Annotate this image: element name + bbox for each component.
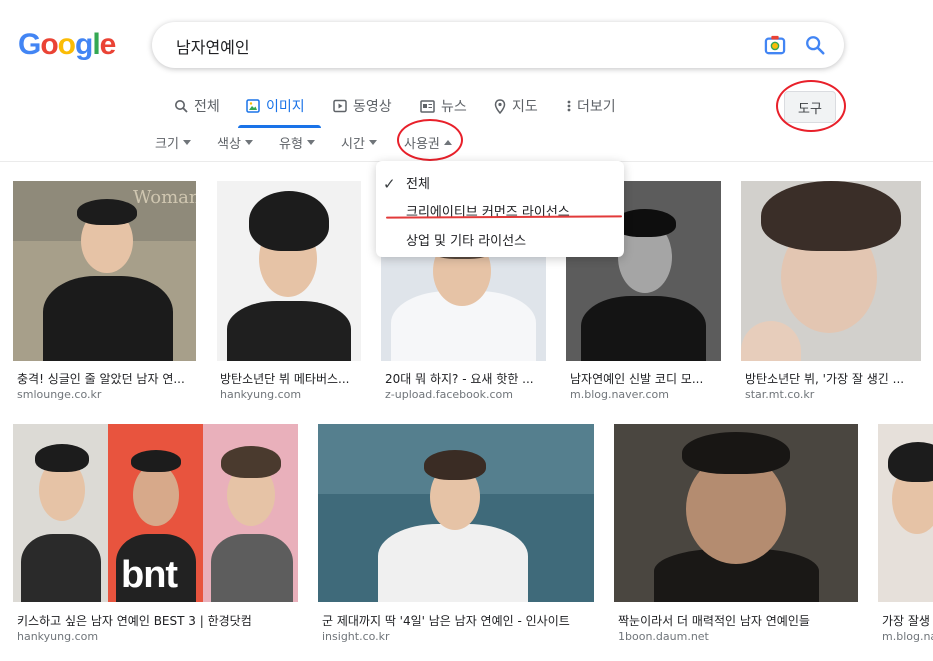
search-input[interactable] bbox=[174, 22, 738, 70]
news-icon bbox=[420, 99, 435, 113]
result-caption[interactable]: 방탄소년단 뷔 메타버스... bbox=[220, 370, 362, 387]
tab-more-label: 더보기 bbox=[577, 99, 616, 115]
result-caption[interactable]: 가장 잘생 bbox=[882, 612, 933, 629]
filter-color-label: 색상 bbox=[217, 137, 241, 152]
result-caption[interactable]: 군 제대까지 딱 '4일' 남은 남자 연예인 - 인사이트 bbox=[322, 612, 594, 629]
result-source: hankyung.com bbox=[17, 630, 99, 643]
license-dropdown-menu: ✓ 전체 크리에이티브 커먼즈 라이선스 상업 및 기타 라이선스 bbox=[376, 161, 624, 257]
caret-down-icon bbox=[306, 140, 315, 145]
tab-videos-label: 동영상 bbox=[353, 99, 392, 115]
filter-time[interactable]: 시간 bbox=[341, 133, 377, 152]
result-caption[interactable]: 방탄소년단 뷔, '가장 잘 생긴 ... bbox=[745, 370, 915, 387]
image-icon bbox=[246, 99, 260, 113]
filter-size-label: 크기 bbox=[155, 137, 179, 152]
tab-images-label: 이미지 bbox=[266, 99, 305, 115]
filter-size[interactable]: 크기 bbox=[155, 133, 191, 152]
result-source: m.blog.naver.com bbox=[570, 388, 669, 401]
filter-type-label: 유형 bbox=[279, 137, 303, 152]
result-image-1[interactable]: WomanSe bbox=[13, 181, 196, 361]
search-box bbox=[152, 22, 844, 70]
tab-videos[interactable]: 동영상 bbox=[333, 96, 392, 116]
bnt-logo: bnt bbox=[121, 554, 178, 596]
result-caption[interactable]: 키스하고 싶은 남자 연예인 BEST 3 | 한경닷컴 bbox=[17, 612, 297, 629]
result-source: hankyung.com bbox=[220, 388, 302, 401]
more-vert-icon bbox=[567, 100, 571, 112]
tab-maps[interactable]: 지도 bbox=[494, 96, 538, 116]
active-tab-indicator bbox=[238, 125, 321, 128]
filter-time-label: 시간 bbox=[341, 137, 365, 152]
result-caption[interactable]: 충격! 싱글인 줄 알았던 남자 연... bbox=[17, 370, 197, 387]
map-pin-icon bbox=[494, 98, 506, 114]
result-caption[interactable]: 20대 뭐 하지? - 요새 핫한 ... bbox=[385, 370, 547, 387]
woman-sense-watermark: WomanSe bbox=[133, 187, 196, 208]
result-image-6[interactable]: bnt bbox=[13, 424, 298, 602]
tab-images[interactable]: 이미지 bbox=[246, 96, 305, 116]
result-source: star.mt.co.kr bbox=[745, 388, 815, 401]
caret-down-icon bbox=[244, 140, 253, 145]
license-option-all[interactable]: 전체 bbox=[406, 173, 430, 192]
result-caption[interactable]: 남자연예인 신발 코디 모... bbox=[570, 370, 722, 387]
caret-down-icon bbox=[368, 140, 377, 145]
license-option-commercial[interactable]: 상업 및 기타 라이선스 bbox=[406, 230, 526, 249]
result-source: m.blog.na bbox=[882, 630, 933, 643]
result-image-2[interactable] bbox=[217, 181, 361, 361]
result-image-9[interactable] bbox=[878, 424, 933, 602]
annotation-circle-tools bbox=[776, 80, 846, 132]
google-logo[interactable]: Google bbox=[18, 28, 116, 62]
result-source: z-upload.facebook.com bbox=[385, 388, 513, 401]
search-icon[interactable] bbox=[804, 34, 826, 56]
tab-news[interactable]: 뉴스 bbox=[420, 96, 467, 116]
search-icon bbox=[175, 100, 188, 113]
camera-icon[interactable] bbox=[764, 35, 786, 55]
tab-all-label: 전체 bbox=[194, 99, 220, 115]
tab-maps-label: 지도 bbox=[512, 99, 538, 115]
tab-news-label: 뉴스 bbox=[441, 99, 467, 115]
filter-type[interactable]: 유형 bbox=[279, 133, 315, 152]
result-source: insight.co.kr bbox=[322, 630, 390, 643]
caret-down-icon bbox=[182, 140, 191, 145]
result-image-8[interactable] bbox=[614, 424, 858, 602]
tab-all[interactable]: 전체 bbox=[174, 96, 220, 116]
tab-more[interactable]: 더보기 bbox=[567, 96, 616, 116]
filter-color[interactable]: 색상 bbox=[217, 133, 253, 152]
result-image-5[interactable] bbox=[741, 181, 921, 361]
result-source: smlounge.co.kr bbox=[17, 388, 102, 401]
result-caption[interactable]: 짝눈이라서 더 매력적인 남자 연예인들 bbox=[618, 612, 858, 629]
annotation-circle-license bbox=[397, 119, 463, 161]
result-image-7[interactable] bbox=[318, 424, 594, 602]
video-icon bbox=[333, 99, 347, 113]
checkmark-icon: ✓ bbox=[383, 175, 396, 193]
result-source: 1boon.daum.net bbox=[618, 630, 709, 643]
